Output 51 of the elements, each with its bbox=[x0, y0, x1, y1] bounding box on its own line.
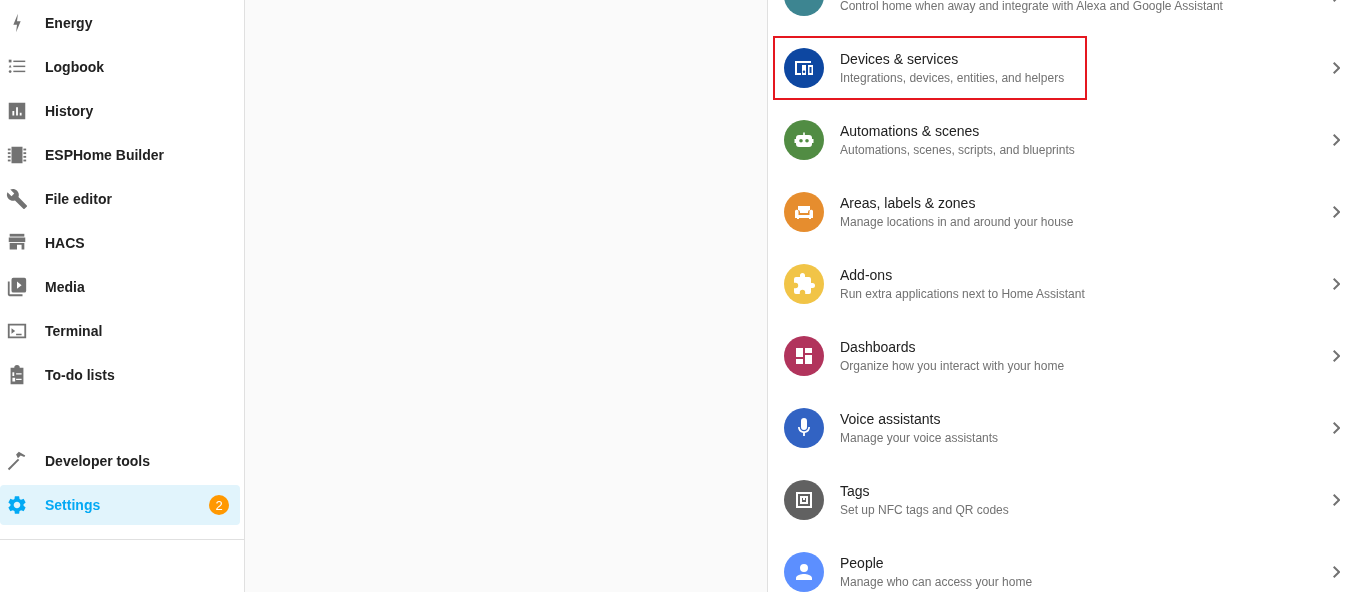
chevron-right-icon bbox=[1332, 350, 1340, 362]
sidebar-item[interactable]: Logbook bbox=[0, 47, 240, 87]
row-description: Organize how you interact with your home bbox=[840, 358, 1066, 375]
row-title: Devices & services bbox=[840, 50, 960, 69]
notification-badge: 2 bbox=[209, 495, 229, 515]
sidebar-item[interactable]: Media bbox=[0, 267, 240, 307]
sidebar-item[interactable]: ESPHome Builder bbox=[0, 135, 240, 175]
chevron-right-icon bbox=[1332, 422, 1340, 434]
settings-row[interactable]: Control home when away and integrate with Alexa and Google Assistant bbox=[768, 0, 1354, 32]
settings-row[interactable]: Areas, labels & zones Manage locations in and around your house bbox=[768, 176, 1354, 248]
sidebar-item[interactable]: File editor bbox=[0, 179, 240, 219]
settings-row[interactable]: Devices & services Integrations, devices, entities, and helpers bbox=[768, 32, 1354, 104]
settings-row[interactable]: Tags Set up NFC tags and QR codes bbox=[768, 464, 1354, 536]
row-title: Automations & scenes bbox=[840, 122, 981, 141]
chevron-right-icon bbox=[1332, 566, 1340, 578]
row-description: Integrations, devices, entities, and helpers bbox=[840, 70, 1066, 87]
chevron-right-icon bbox=[1332, 62, 1340, 74]
sidebar-item[interactable]: Developer tools bbox=[0, 441, 240, 481]
row-description: Manage who can access your home bbox=[840, 574, 1034, 591]
chevron-right-icon bbox=[1332, 278, 1340, 290]
row-description: Set up NFC tags and QR codes bbox=[840, 502, 1010, 519]
sidebar-item[interactable]: To-do lists bbox=[0, 355, 240, 395]
chip-icon bbox=[6, 144, 28, 166]
chevron-right-icon bbox=[1332, 206, 1340, 218]
settings-row[interactable]: Dashboards Organize how you interact with your home bbox=[768, 320, 1354, 392]
row-title: People bbox=[840, 554, 885, 573]
settings-row[interactable]: Voice assistants Manage your voice assistants bbox=[768, 392, 1354, 464]
settings-row[interactable]: Automations & scenes Automations, scenes, scripts, and blueprints bbox=[768, 104, 1354, 176]
row-title: Tags bbox=[840, 482, 871, 501]
row-title: Add-ons bbox=[840, 266, 894, 285]
row-description: Control home when away and integrate with Alexa and Google Assistant bbox=[840, 0, 1224, 15]
settings-icon bbox=[6, 494, 28, 516]
row-description: Run extra applications next to Home Assistant bbox=[840, 286, 1086, 303]
sidebar-item[interactable]: HACS bbox=[0, 223, 240, 263]
row-description: Manage your voice assistants bbox=[840, 430, 1000, 447]
row-description: Automations, scenes, scripts, and blueprints bbox=[840, 142, 1076, 159]
row-title: Voice assistants bbox=[840, 410, 942, 429]
chevron-right-icon bbox=[1332, 494, 1340, 506]
sidebar-item[interactable]: Terminal bbox=[0, 311, 240, 351]
row-title: Areas, labels & zones bbox=[840, 194, 977, 213]
row-description: Manage locations in and around your house bbox=[840, 214, 1075, 231]
bar-chart-icon bbox=[6, 100, 28, 122]
sidebar-item[interactable]: History bbox=[0, 91, 240, 131]
sidebar-item[interactable]: Energy bbox=[0, 3, 240, 43]
row-title: Dashboards bbox=[840, 338, 917, 357]
chevron-right-icon bbox=[1332, 134, 1340, 146]
wrench-icon bbox=[6, 188, 28, 210]
play-icon bbox=[6, 276, 28, 298]
settings-row[interactable]: People Manage who can access your home bbox=[768, 536, 1354, 592]
hammer-icon bbox=[6, 450, 28, 472]
settings-row[interactable]: Add-ons Run extra applications next to Home Assistant bbox=[768, 248, 1354, 320]
